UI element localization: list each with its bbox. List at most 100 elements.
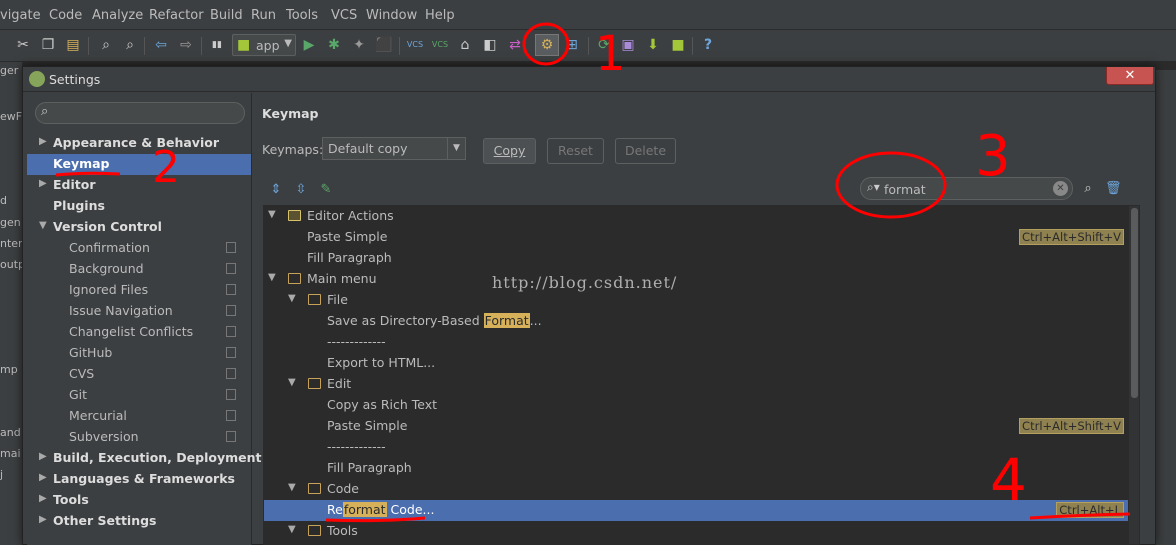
- tree-action[interactable]: -------------: [264, 437, 1128, 458]
- scrollbar-thumb[interactable]: [1131, 208, 1138, 398]
- run-configuration-select[interactable]: ■ app ▼: [232, 34, 296, 56]
- tree-action[interactable]: Fill Paragraph: [264, 248, 1128, 269]
- trash-icon[interactable]: 🗑: [1105, 181, 1122, 197]
- chevron-down-icon[interactable]: ▼: [288, 377, 296, 388]
- keymap-select[interactable]: Default copy ▼: [322, 137, 466, 160]
- nav-item-tools[interactable]: ▶ Tools: [27, 490, 251, 511]
- nav-item-github[interactable]: GitHub: [27, 343, 251, 364]
- tree-group[interactable]: ▼ Main menu: [264, 269, 1128, 290]
- main-toolbar: ✂ ❐ ▤ ⌕ ⌕ ⇦ ⇨ ▮▮ ■ app ▼ ▶ ✱ ✦ ⬛ VCS VCS…: [0, 30, 1176, 62]
- reset-button[interactable]: Reset: [547, 138, 604, 164]
- nav-item-issue-navigation[interactable]: Issue Navigation: [27, 301, 251, 322]
- dialog-title-bar: Settings ✕: [23, 67, 1155, 92]
- revert-icon[interactable]: ⇄: [505, 35, 525, 55]
- menu-vcs[interactable]: VCS: [331, 8, 357, 23]
- chevron-right-icon[interactable]: ▶: [39, 472, 47, 483]
- coverage-icon[interactable]: ✦: [349, 35, 369, 55]
- nav-item-editor[interactable]: ▶ Editor: [27, 175, 251, 196]
- menu-navigate[interactable]: vigate: [0, 8, 41, 23]
- chevron-down-icon[interactable]: ▼: [288, 482, 296, 493]
- nav-item-subversion[interactable]: Subversion: [27, 427, 251, 448]
- avd-manager-icon[interactable]: ▣: [618, 35, 638, 55]
- keymap-filter-input[interactable]: ⌕▾ format ✕: [860, 177, 1073, 200]
- sdk-manager-icon[interactable]: ⬇: [643, 35, 663, 55]
- nav-item-other-settings[interactable]: ▶ Other Settings: [27, 511, 251, 532]
- tree-action[interactable]: Copy as Rich Text: [264, 395, 1128, 416]
- tree-action[interactable]: -------------: [264, 332, 1128, 353]
- find-by-shortcut-icon[interactable]: ⌕: [1080, 181, 1096, 197]
- nav-item-changelist-conflicts[interactable]: Changelist Conflicts: [27, 322, 251, 343]
- nav-item-languages-frameworks[interactable]: ▶ Languages & Frameworks: [27, 469, 251, 490]
- debug-icon[interactable]: ✱: [324, 35, 344, 55]
- cut-icon[interactable]: ✂: [13, 35, 33, 55]
- menu-tools[interactable]: Tools: [286, 8, 318, 23]
- chevron-down-icon[interactable]: ▼: [288, 293, 296, 304]
- tree-action[interactable]: Paste Simple Ctrl+Alt+Shift+V: [264, 416, 1128, 437]
- settings-search-input[interactable]: ⌕: [35, 102, 245, 124]
- tree-action[interactable]: Reformat Code... Ctrl+Alt+L: [264, 500, 1128, 521]
- vcs-update-icon[interactable]: VCS: [405, 35, 425, 55]
- expand-all-icon[interactable]: ⇕: [268, 182, 284, 198]
- nav-item-git[interactable]: Git: [27, 385, 251, 406]
- tree-action[interactable]: Fill Paragraph: [264, 458, 1128, 479]
- forward-icon[interactable]: ⇨: [176, 35, 196, 55]
- chevron-right-icon[interactable]: ▶: [39, 136, 47, 147]
- chevron-down-icon[interactable]: ▼: [268, 272, 276, 283]
- close-button[interactable]: ✕: [1106, 67, 1154, 85]
- find-icon[interactable]: ⌕: [96, 35, 116, 55]
- menu-analyze[interactable]: Analyze: [92, 8, 143, 23]
- paste-icon[interactable]: ▤: [63, 35, 83, 55]
- menu-code[interactable]: Code: [49, 8, 82, 23]
- settings-icon[interactable]: ⚙: [535, 34, 559, 56]
- replace-icon[interactable]: ⌕: [120, 35, 140, 55]
- nav-item-keymap[interactable]: Keymap: [27, 154, 251, 175]
- chevron-right-icon[interactable]: ▶: [39, 178, 47, 189]
- structure-icon[interactable]: ⊞: [562, 35, 582, 55]
- vcs-commit-icon[interactable]: VCS: [430, 35, 450, 55]
- chevron-right-icon[interactable]: ▶: [39, 451, 47, 462]
- menu-window[interactable]: Window: [366, 8, 417, 23]
- tree-action[interactable]: Export to HTML...: [264, 353, 1128, 374]
- tree-group[interactable]: ▼ Edit: [264, 374, 1128, 395]
- copy-button[interactable]: Copy: [483, 138, 536, 164]
- nav-item-ignored-files[interactable]: Ignored Files: [27, 280, 251, 301]
- chevron-right-icon[interactable]: ▶: [39, 514, 47, 525]
- compare-icon[interactable]: ◧: [480, 35, 500, 55]
- back-icon[interactable]: ⇦: [151, 35, 171, 55]
- history-icon[interactable]: ⌂: [455, 35, 475, 55]
- clear-icon[interactable]: ✕: [1053, 181, 1068, 196]
- menu-run[interactable]: Run: [251, 8, 276, 23]
- delete-button[interactable]: Delete: [615, 138, 676, 164]
- menu-build[interactable]: Build: [210, 8, 243, 23]
- tree-group[interactable]: ▼ Tools: [264, 521, 1128, 542]
- chevron-down-icon[interactable]: ▼: [39, 220, 47, 231]
- nav-item-mercurial[interactable]: Mercurial: [27, 406, 251, 427]
- tree-action[interactable]: Paste Simple Ctrl+Alt+Shift+V: [264, 227, 1128, 248]
- tree-scrollbar[interactable]: [1129, 206, 1139, 544]
- tree-group[interactable]: ▼ Editor Actions: [264, 206, 1128, 227]
- help-icon[interactable]: ?: [698, 35, 718, 55]
- nav-item-confirmation[interactable]: Confirmation: [27, 238, 251, 259]
- nav-item-background[interactable]: Background: [27, 259, 251, 280]
- nav-item-version-control[interactable]: ▼ Version Control: [27, 217, 251, 238]
- chevron-right-icon[interactable]: ▶: [39, 493, 47, 504]
- chevron-down-icon[interactable]: ▼: [268, 209, 276, 220]
- chevron-down-icon[interactable]: ▼: [288, 524, 296, 535]
- menu-refactor[interactable]: Refactor: [149, 8, 204, 23]
- android-monitor-icon[interactable]: ■: [668, 35, 688, 55]
- tree-group[interactable]: ▼ File: [264, 290, 1128, 311]
- nav-item-build-execution-deployment[interactable]: ▶ Build, Execution, Deployment: [27, 448, 261, 469]
- nav-item-plugins[interactable]: Plugins: [27, 196, 251, 217]
- make-icon[interactable]: ▮▮: [207, 35, 227, 55]
- nav-item-cvs[interactable]: CVS: [27, 364, 251, 385]
- edit-shortcut-icon[interactable]: ✎: [318, 182, 334, 198]
- tree-action[interactable]: Save as Directory-Based Format...: [264, 311, 1128, 332]
- sync-icon[interactable]: ⟳: [594, 35, 614, 55]
- run-icon[interactable]: ▶: [299, 35, 319, 55]
- stop-icon[interactable]: ⬛: [374, 35, 394, 55]
- copy-icon[interactable]: ❐: [38, 35, 58, 55]
- nav-item-appearance-behavior[interactable]: ▶ Appearance & Behavior: [27, 133, 251, 154]
- tree-group[interactable]: ▼ Code: [264, 479, 1128, 500]
- menu-help[interactable]: Help: [425, 8, 455, 23]
- collapse-all-icon[interactable]: ⇳: [293, 182, 309, 198]
